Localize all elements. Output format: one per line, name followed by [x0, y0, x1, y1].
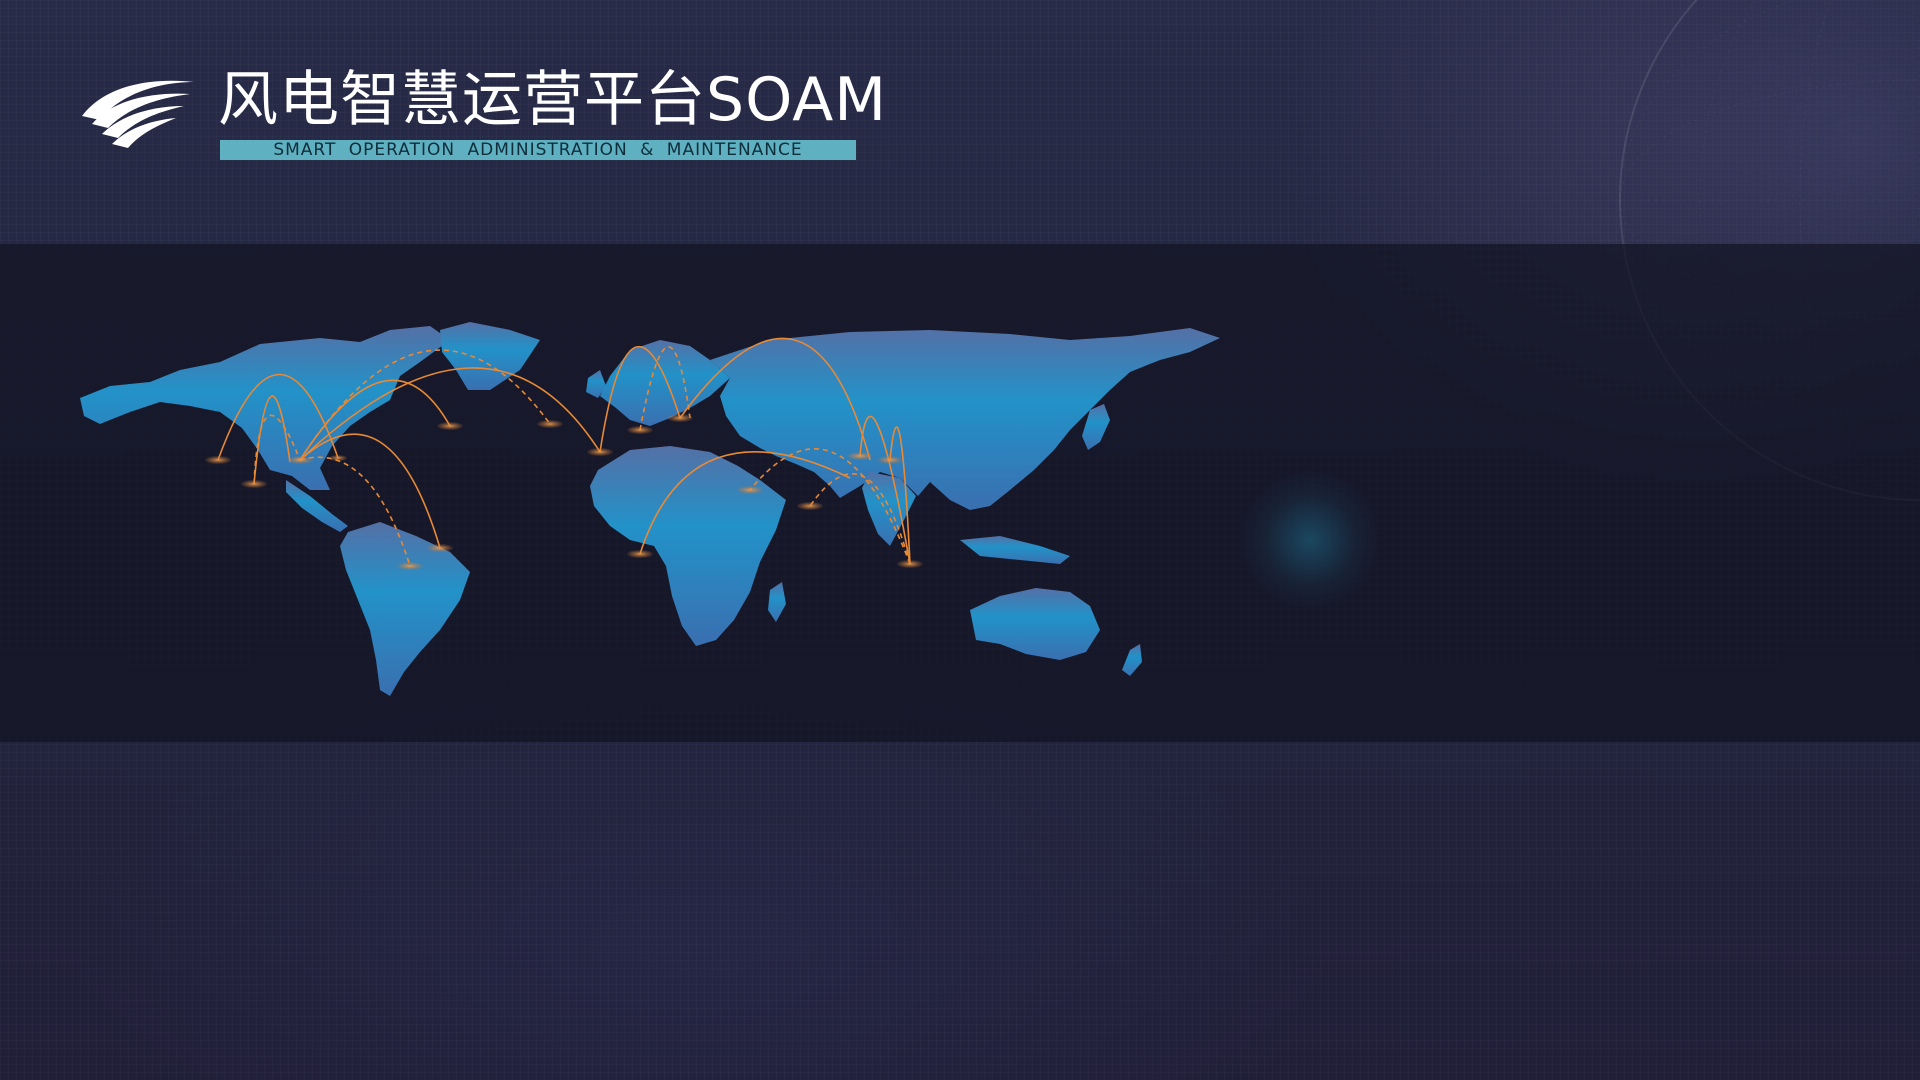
route-node: [627, 550, 653, 558]
continent-new-zealand: [1122, 644, 1142, 676]
route-node: [587, 448, 613, 456]
route-node: [797, 502, 823, 510]
continent-asia: [710, 328, 1220, 510]
continent-indonesia: [960, 536, 1070, 564]
route-node: [287, 456, 313, 464]
route-node: [205, 456, 231, 464]
continent-europe: [600, 340, 730, 426]
page-title: 风电智慧运营平台SOAM: [218, 65, 888, 135]
continent-madagascar: [768, 582, 786, 622]
route-node: [627, 426, 653, 434]
logo-icon: [82, 80, 194, 148]
route-node: [667, 414, 693, 422]
lens-glow: [1240, 470, 1380, 610]
route-node: [877, 456, 903, 464]
slide-page: 风电智慧运营平台SOAM SMART OPERATION ADMINISTRAT…: [0, 0, 1920, 1080]
route-node: [427, 544, 453, 552]
route-node: [329, 455, 347, 461]
route-node: [537, 420, 563, 428]
header: 风电智慧运营平台SOAM SMART OPERATION ADMINISTRAT…: [78, 64, 886, 174]
continent-australia: [970, 588, 1100, 660]
route-node: [437, 422, 463, 430]
page-subtitle: SMART OPERATION ADMINISTRATION & MAINTEN…: [220, 140, 856, 160]
route-node: [897, 560, 923, 568]
route-node: [397, 562, 423, 570]
route-node: [847, 452, 873, 460]
route-node: [241, 480, 267, 488]
world-map: [80, 322, 1220, 696]
continents: [80, 322, 1220, 696]
route-node: [737, 486, 763, 494]
